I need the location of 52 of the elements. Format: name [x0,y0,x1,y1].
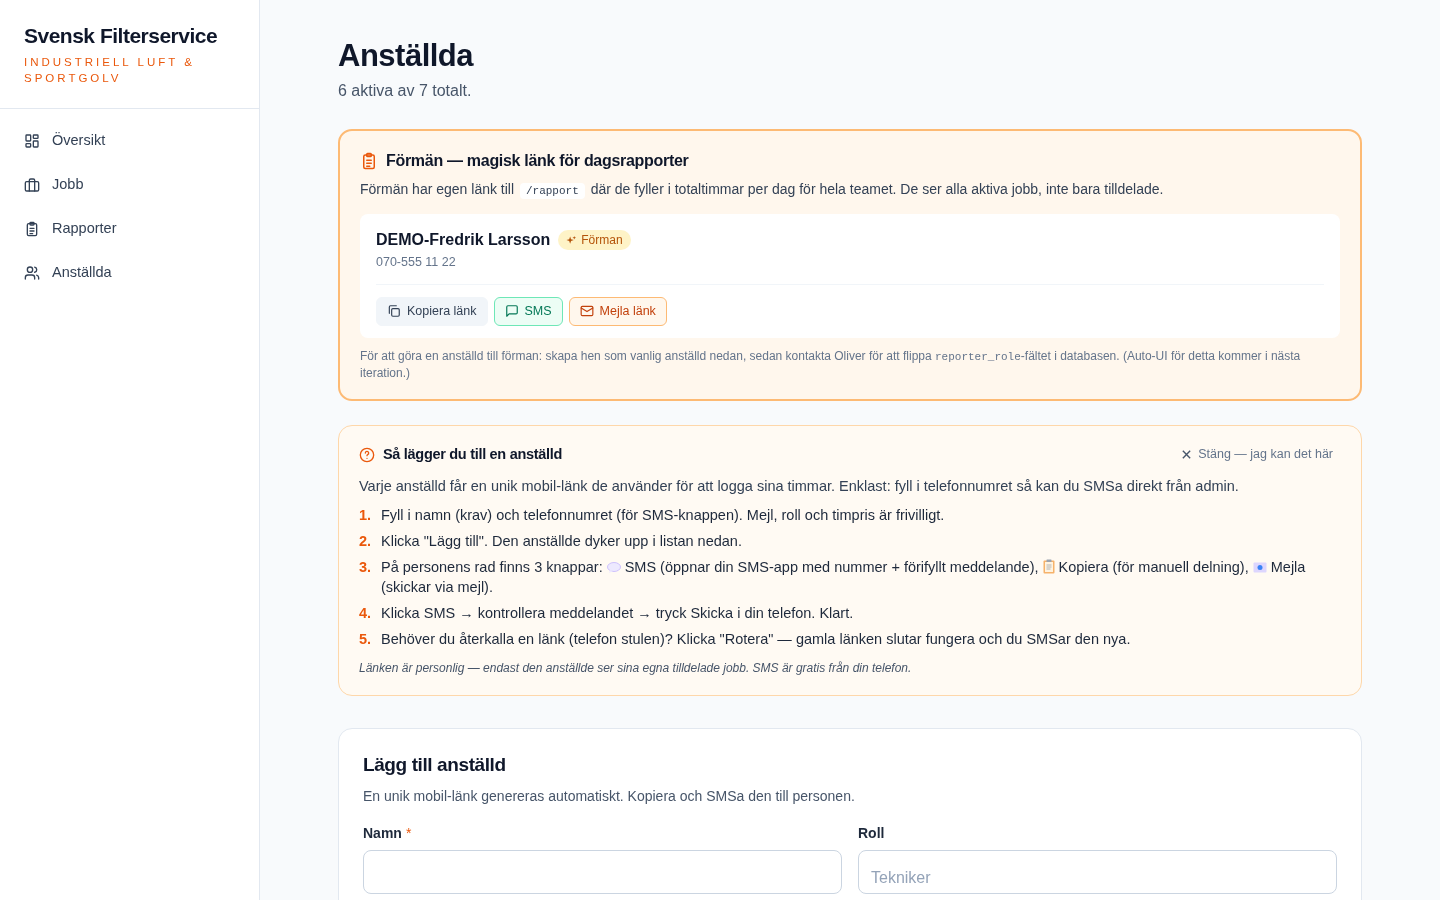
panel-note: För att göra en anställd till förman: skapa hen som vanlig anställd nedan, sedan kontakta Oliver för att flippa reporter_role-fältet i databasen. (Auto-UI för detta kommer i nästa iteration.) [360,347,1302,381]
help-intro: Varje anställd får en unik mobil-länk de använder för att logga sina timmar. Enklast: fyll i telefonnumret så kan du SMSa direkt från admin. [359,476,1240,496]
nav-item[interactable]: Jobb [12,162,247,207]
grid-icon [24,132,40,149]
email-link-button[interactable]: Mejla länk [568,296,667,326]
page-title: Anställda [338,37,474,75]
copy-icon [387,304,401,319]
close-button[interactable]: Stäng — jag kan det här [1181,445,1333,464]
sparkle-icon [566,234,578,246]
brand-tagline: INDUSTRIELL LUFT & SPORTGOLV [24,54,196,86]
nav-item[interactable]: Rapporter [12,206,247,251]
users-icon [24,264,40,281]
briefcase-icon [24,176,40,193]
page-subtitle: 6 aktiva av 7 totalt. [338,81,472,101]
speech-bubble-icon [606,562,621,575]
envelope-icon [579,304,594,319]
clipboard-icon [1042,559,1055,575]
step-number: 3. [359,558,373,578]
field-label: Roll [858,823,885,843]
input-field[interactable] [363,849,842,894]
step-text: Fyll i namn (krav) och telefonnumret (för SMS-knappen). Mejl, roll och timpris är frivilligt. [381,506,945,526]
envelope-icon [1252,562,1267,574]
help-icon [359,446,375,463]
required-mark: * [405,823,412,843]
panel-title: Förmän — magisk länk för dagsrapporter [386,151,689,171]
step-number: 5. [359,630,373,650]
sms-button[interactable]: SMS [493,296,563,326]
panel-title: Så lägger du till en anställd [383,444,563,464]
step-text: Behöver du återkalla en länk (telefon stulen)? Klicka "Rotera" — gamla länken slutar fungera och du SMSar den nya. [381,630,1131,650]
input-field[interactable]: Tekniker [858,849,1337,894]
step-number: 4. [359,604,373,624]
close-icon [1181,449,1193,461]
clipboard-icon [360,152,378,170]
step-text: Klicka SMS → kontrollera meddelandet → tryck Skicka i din telefon. Klart. [381,604,854,624]
field-label: Namn [363,823,402,843]
brand-name: Svensk Filterservice [24,23,219,49]
nav-item[interactable]: Anställda [12,250,247,295]
form-title: Lägg till anställd [363,753,506,778]
panel-description: Förmän har egen länk till /rapport där de fyller i totaltimmar per dag för hela teamet. De ser alla aktiva jobb, inte bara tilldelade. [360,180,1165,200]
phone-number: 070-555 11 22 [376,254,456,271]
copy-link-button[interactable]: Kopiera länk [376,296,488,326]
step-number: 1. [359,506,373,526]
chat-bubble-icon [504,304,519,319]
step-text: På personens rad finns 3 knappar: SMS (öppnar din SMS-app med nummer + förifyllt meddelande), Kopiera (för manuell delning), Mejla (skickar via mejl). [381,558,1307,598]
clipboard-icon [24,220,40,237]
step-text: Klicka "Lägg till". Den anställde dyker upp i listan nedan. [381,532,742,552]
help-footnote: Länken är personlig — endast den anställde ser sina egna tilldelade jobb. SMS är gratis från din telefon. [359,660,912,678]
form-subtitle: En unik mobil-länk genereras automatiskt. Kopiera och SMSa den till personen. [363,786,855,806]
step-number: 2. [359,532,373,552]
person-name: DEMO-Fredrik Larsson [376,230,551,250]
nav-item[interactable]: Översikt [12,118,247,163]
role-badge: Förman [558,230,631,250]
